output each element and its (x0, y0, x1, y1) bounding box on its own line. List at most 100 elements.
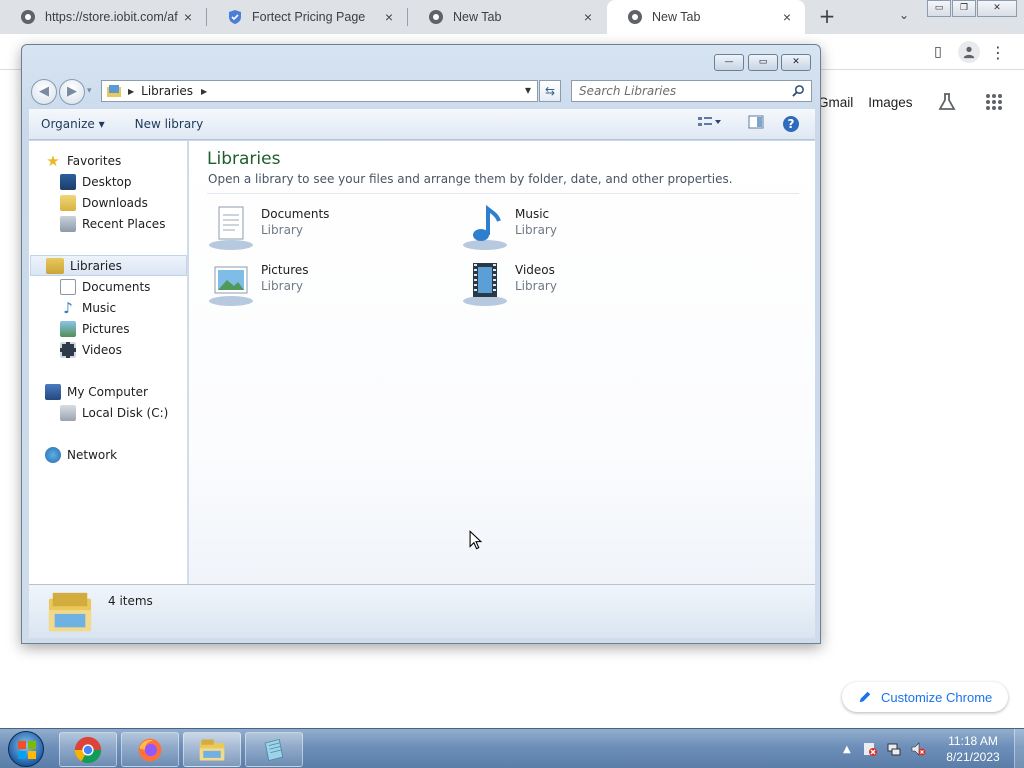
nav-documents-label: Documents (82, 280, 151, 294)
volume-muted-icon[interactable] (910, 741, 926, 757)
address-root-arrow[interactable]: ▶ (128, 87, 134, 96)
taskbar-firefox-button[interactable] (121, 732, 179, 767)
show-hidden-icons-button[interactable]: ▲ (843, 744, 851, 755)
tab-search-button[interactable]: ⌄ (894, 8, 914, 26)
recent-pages-dropdown-icon[interactable]: ▾ (87, 86, 92, 96)
taskbar-clock[interactable]: 11:18 AM 8/21/2023 (938, 733, 1008, 765)
videos-library-icon (463, 263, 507, 306)
new-library-button[interactable]: New library (124, 117, 215, 131)
window-close-button[interactable]: ✕ (977, 0, 1017, 17)
action-center-warning-icon[interactable] (862, 741, 878, 757)
library-videos[interactable]: Videos Library (461, 259, 711, 309)
images-link[interactable]: Images (868, 95, 912, 110)
computer-icon (45, 384, 61, 400)
address-path-segment[interactable]: Libraries (141, 84, 193, 98)
preview-pane-button[interactable] (745, 115, 767, 134)
forward-button[interactable]: ▶ (59, 79, 85, 105)
chrome-favicon-icon (21, 10, 35, 24)
window-restore-button[interactable]: ❐ (952, 0, 976, 17)
nav-documents[interactable]: Documents (60, 277, 150, 297)
show-desktop-button[interactable] (1014, 729, 1024, 768)
network-status-icon[interactable] (886, 741, 902, 757)
windows-taskbar: ▲ 11:18 AM 8/21/2023 (0, 728, 1024, 768)
labs-flask-icon[interactable] (937, 92, 957, 112)
nav-desktop[interactable]: Desktop (60, 172, 132, 192)
back-button[interactable]: ◀ (31, 79, 57, 105)
nav-local-disk[interactable]: Local Disk (C:) (60, 403, 168, 423)
tab-fortect-pricing[interactable]: Fortect Pricing Page × (207, 0, 407, 34)
nav-recent-places[interactable]: Recent Places (60, 214, 165, 234)
address-path-arrow[interactable]: ▶ (201, 87, 207, 96)
start-button[interactable] (8, 731, 44, 767)
documents-library-icon (209, 206, 253, 250)
library-music[interactable]: Music Library (461, 203, 711, 253)
tab-title: https://store.iobit.com/af (45, 10, 178, 24)
content-pane: Libraries Open a library to see your fil… (189, 141, 815, 584)
library-type: Library (515, 279, 557, 293)
window-minimize-button[interactable]: ▭ (927, 0, 951, 17)
tab-new-tab-1[interactable]: New Tab × (408, 0, 606, 34)
explorer-minimize-button[interactable]: — (714, 54, 744, 71)
nav-libraries[interactable]: Libraries (30, 255, 187, 276)
taskbar-chrome-button[interactable] (59, 732, 117, 767)
tab-iobit-store[interactable]: https://store.iobit.com/af × (0, 0, 206, 34)
firefox-icon (138, 738, 162, 762)
details-pane: 4 items (29, 584, 815, 638)
system-tray: ▲ (843, 729, 926, 768)
tab-close-button[interactable]: × (178, 9, 198, 25)
nav-music[interactable]: ♪ Music (60, 298, 116, 318)
music-note-icon: ♪ (63, 299, 73, 317)
help-icon: ? (783, 116, 799, 132)
apps-grid-icon[interactable] (984, 92, 1004, 112)
explorer-maximize-button[interactable]: ▭ (748, 54, 778, 71)
explorer-navigation-bar: ◀ ▶ ▾ ▶ Libraries ▶ ▾ ⇆ Search Libraries (28, 77, 814, 107)
library-name: Videos (515, 263, 555, 277)
search-libraries-input[interactable]: Search Libraries (571, 80, 812, 102)
help-button[interactable]: ? (781, 115, 801, 134)
library-pictures[interactable]: Pictures Library (207, 259, 457, 309)
libraries-icon (46, 257, 64, 274)
gmail-link[interactable]: Gmail (818, 95, 853, 110)
network-globe-icon (45, 447, 61, 463)
nav-network-label: Network (67, 448, 118, 462)
libraries-folder-large-icon (48, 592, 92, 632)
explorer-icon (199, 739, 225, 761)
library-name: Documents (261, 207, 330, 221)
music-library-icon (463, 204, 507, 250)
search-icon[interactable] (792, 84, 805, 97)
address-history-dropdown[interactable]: ▾ (525, 83, 531, 97)
side-panel-icon[interactable]: ▯ (926, 44, 950, 60)
shield-favicon-icon (229, 10, 241, 24)
profile-avatar-icon[interactable] (958, 41, 980, 63)
nav-network[interactable]: Network (45, 445, 117, 465)
clock-time: 11:18 AM (948, 734, 998, 748)
documents-icon (60, 279, 76, 295)
tab-close-button[interactable]: × (777, 9, 797, 25)
nav-my-computer[interactable]: My Computer (45, 382, 148, 402)
customize-chrome-button[interactable]: Customize Chrome (842, 682, 1008, 712)
explorer-window: — ▭ ✕ ◀ ▶ ▾ ▶ Libraries ▶ ▾ ⇆ Search Lib… (21, 44, 821, 644)
explorer-close-button[interactable]: ✕ (781, 54, 811, 71)
chrome-favicon-icon (429, 10, 443, 24)
organize-menu-button[interactable]: Organize ▾ (29, 117, 116, 131)
nav-pictures[interactable]: Pictures (60, 319, 130, 339)
taskbar-explorer-button[interactable] (183, 732, 241, 767)
nav-favorites-label: Favorites (67, 154, 122, 168)
nav-videos[interactable]: Videos (60, 340, 122, 360)
nav-downloads[interactable]: Downloads (60, 193, 148, 213)
library-type: Library (261, 279, 303, 293)
tab-close-button[interactable]: × (379, 9, 399, 25)
notepad-icon (264, 738, 284, 762)
change-view-button[interactable] (691, 115, 727, 134)
nav-libraries-label: Libraries (70, 258, 122, 273)
nav-favorites[interactable]: ★ Favorites (45, 151, 121, 171)
tab-new-tab-active[interactable]: New Tab × (607, 0, 805, 34)
tab-close-button[interactable]: × (578, 9, 598, 25)
library-documents[interactable]: Documents Library (207, 203, 457, 253)
refresh-button[interactable]: ⇆ (539, 80, 561, 102)
browser-menu-icon[interactable]: ⋮ (990, 43, 1006, 62)
new-tab-button[interactable]: + (816, 4, 838, 28)
customize-chrome-label: Customize Chrome (881, 689, 993, 705)
taskbar-notepad-button[interactable] (245, 732, 303, 767)
address-bar[interactable]: ▶ Libraries ▶ ▾ (101, 80, 538, 102)
